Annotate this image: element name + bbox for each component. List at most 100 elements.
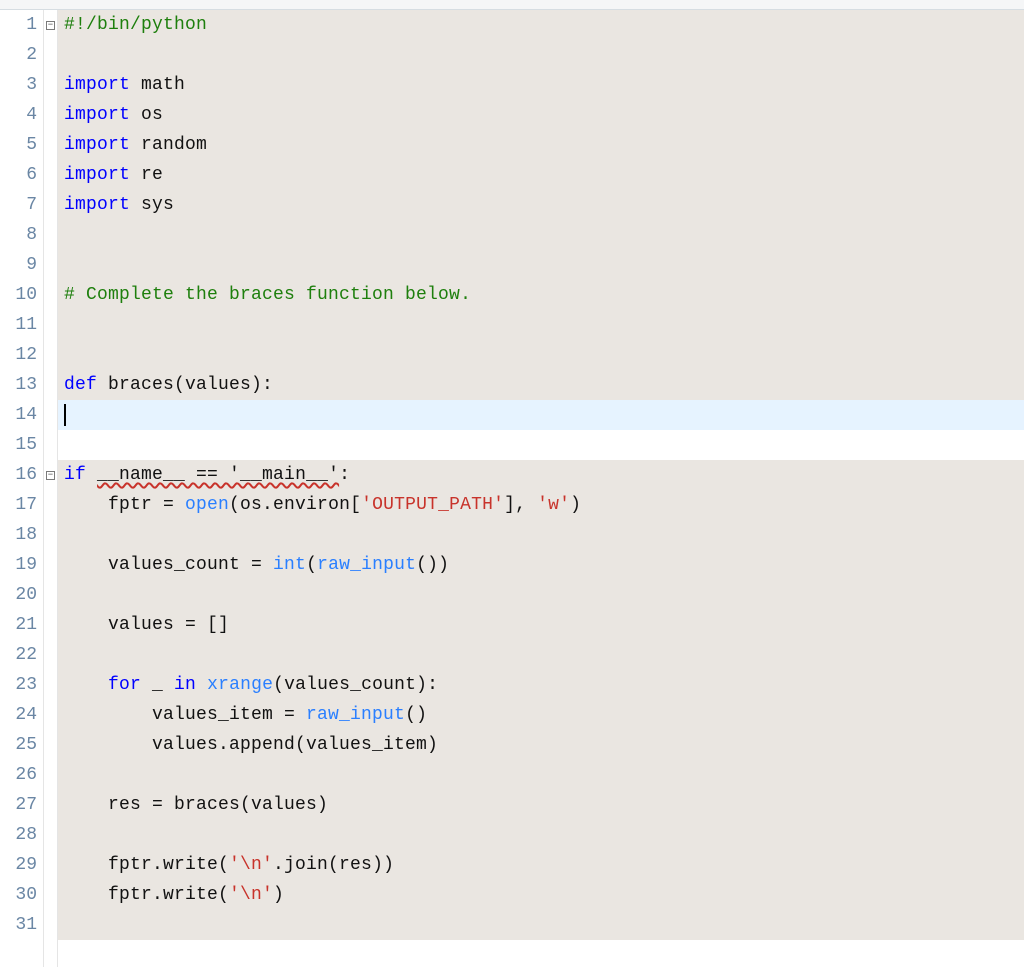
code-line[interactable]: import re xyxy=(58,160,1024,190)
fold-cell xyxy=(44,400,57,430)
code-token: res = braces(values) xyxy=(64,795,328,815)
code-line[interactable] xyxy=(58,430,1024,460)
line-number: 5 xyxy=(0,130,43,160)
code-line[interactable]: fptr.write('\n') xyxy=(58,880,1024,910)
code-line[interactable] xyxy=(58,520,1024,550)
line-number: 3 xyxy=(0,70,43,100)
code-line[interactable] xyxy=(58,820,1024,850)
code-token: random xyxy=(130,135,207,155)
fold-cell[interactable]: − xyxy=(44,460,57,490)
fold-cell xyxy=(44,580,57,610)
code-line[interactable]: import os xyxy=(58,100,1024,130)
line-number: 1 xyxy=(0,10,43,40)
code-line[interactable]: for _ in xrange(values_count): xyxy=(58,670,1024,700)
fold-toggle-icon[interactable]: − xyxy=(46,471,55,480)
code-line[interactable]: values_count = int(raw_input()) xyxy=(58,550,1024,580)
code-line[interactable] xyxy=(58,760,1024,790)
line-number: 22 xyxy=(0,640,43,670)
code-token: open xyxy=(185,495,229,515)
code-token: def xyxy=(64,375,97,395)
code-token: raw_input xyxy=(317,555,416,575)
code-area[interactable]: #!/bin/pythonimport mathimport osimport … xyxy=(58,10,1024,967)
code-token: if xyxy=(64,465,86,485)
code-token: .join(res)) xyxy=(273,855,394,875)
line-number: 11 xyxy=(0,310,43,340)
code-line[interactable] xyxy=(58,580,1024,610)
code-token: ()) xyxy=(416,555,449,575)
code-token: fptr = xyxy=(64,495,185,515)
code-line[interactable] xyxy=(58,310,1024,340)
fold-cell xyxy=(44,790,57,820)
code-token: #!/bin/python xyxy=(64,15,207,35)
fold-cell xyxy=(44,370,57,400)
code-token: values_item = xyxy=(64,705,306,725)
line-number: 2 xyxy=(0,40,43,70)
code-token: (values_count): xyxy=(273,675,438,695)
fold-cell[interactable]: − xyxy=(44,10,57,40)
code-token: import xyxy=(64,105,130,125)
line-number: 23 xyxy=(0,670,43,700)
code-token: ], xyxy=(504,495,537,515)
code-token: ( xyxy=(306,555,317,575)
code-token: fptr.write( xyxy=(64,855,229,875)
line-number: 10 xyxy=(0,280,43,310)
code-line[interactable]: values_item = raw_input() xyxy=(58,700,1024,730)
fold-cell xyxy=(44,430,57,460)
fold-cell xyxy=(44,40,57,70)
code-editor[interactable]: 1234567891011121314151617181920212223242… xyxy=(0,10,1024,967)
code-line[interactable] xyxy=(58,340,1024,370)
line-number: 30 xyxy=(0,880,43,910)
code-token: ) xyxy=(570,495,581,515)
code-token: import xyxy=(64,195,130,215)
code-token: (os.environ[ xyxy=(229,495,361,515)
code-token: fptr.write( xyxy=(64,885,229,905)
code-token: values = [] xyxy=(64,615,229,635)
fold-gutter[interactable]: −− xyxy=(44,10,58,967)
code-line[interactable] xyxy=(58,910,1024,940)
code-token: '\n' xyxy=(229,885,273,905)
code-token: 'w' xyxy=(537,495,570,515)
code-line[interactable]: # Complete the braces function below. xyxy=(58,280,1024,310)
fold-cell xyxy=(44,760,57,790)
code-line[interactable]: res = braces(values) xyxy=(58,790,1024,820)
line-number: 14 xyxy=(0,400,43,430)
code-line[interactable] xyxy=(58,400,1024,430)
code-line[interactable]: fptr.write('\n'.join(res)) xyxy=(58,850,1024,880)
code-line[interactable]: def braces(values): xyxy=(58,370,1024,400)
fold-cell xyxy=(44,190,57,220)
fold-cell xyxy=(44,550,57,580)
code-token: raw_input xyxy=(306,705,405,725)
code-token: __name__ == '__main__' xyxy=(97,465,339,485)
code-line[interactable]: #!/bin/python xyxy=(58,10,1024,40)
code-line[interactable]: values = [] xyxy=(58,610,1024,640)
fold-cell xyxy=(44,160,57,190)
line-number: 19 xyxy=(0,550,43,580)
code-line[interactable]: fptr = open(os.environ['OUTPUT_PATH'], '… xyxy=(58,490,1024,520)
code-token: values.append(values_item) xyxy=(64,735,438,755)
code-token: for xyxy=(108,675,141,695)
code-token: sys xyxy=(130,195,174,215)
code-line[interactable] xyxy=(58,40,1024,70)
code-line[interactable] xyxy=(58,220,1024,250)
code-line[interactable]: import math xyxy=(58,70,1024,100)
code-line[interactable] xyxy=(58,250,1024,280)
code-token xyxy=(86,465,97,485)
fold-cell xyxy=(44,220,57,250)
code-line[interactable]: import sys xyxy=(58,190,1024,220)
code-line[interactable] xyxy=(58,640,1024,670)
fold-cell xyxy=(44,700,57,730)
editor-toolbar xyxy=(0,0,1024,10)
code-token: values_count = xyxy=(64,555,273,575)
code-token: : xyxy=(339,465,350,485)
code-token: import xyxy=(64,75,130,95)
code-line[interactable]: values.append(values_item) xyxy=(58,730,1024,760)
fold-cell xyxy=(44,730,57,760)
code-line[interactable]: if __name__ == '__main__': xyxy=(58,460,1024,490)
code-line[interactable]: import random xyxy=(58,130,1024,160)
fold-toggle-icon[interactable]: − xyxy=(46,21,55,30)
fold-cell xyxy=(44,250,57,280)
code-token: import xyxy=(64,135,130,155)
code-token: _ xyxy=(141,675,174,695)
code-token: () xyxy=(405,705,427,725)
code-token: math xyxy=(130,75,185,95)
